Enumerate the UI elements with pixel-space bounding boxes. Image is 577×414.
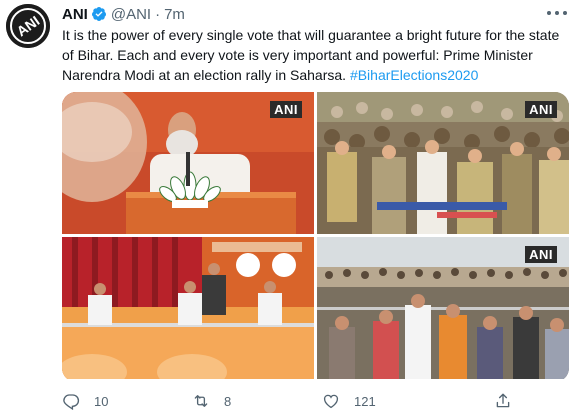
retweet-icon [194, 395, 208, 407]
more-options-icon[interactable] [547, 6, 567, 20]
stage-photo [62, 237, 314, 379]
author-name[interactable]: ANI [62, 6, 88, 23]
retweet-count: 8 [224, 393, 232, 409]
verified-badge-icon [91, 7, 106, 21]
reply-icon [63, 394, 80, 410]
reply-count: 10 [94, 393, 109, 409]
ani-watermark: ANI [525, 246, 557, 263]
hashtag-link[interactable]: #BiharElections2020 [350, 67, 478, 83]
like-button[interactable]: 121 [322, 392, 494, 410]
avatar[interactable]: ANI [6, 4, 50, 48]
timestamp[interactable]: 7m [164, 6, 185, 23]
ani-logo-icon: ANI [6, 4, 50, 48]
tweet-text: It is the power of every single vote tha… [62, 25, 567, 85]
media-photo-3[interactable] [62, 237, 314, 379]
media-photo-2[interactable]: ANI [317, 92, 569, 234]
ani-watermark: ANI [525, 101, 557, 118]
tweet[interactable]: ANI ANI @ANI · 7m It is the power of eve… [0, 0, 577, 414]
media-photo-1[interactable]: ANI [62, 92, 314, 234]
retweet-button[interactable]: 8 [192, 392, 322, 410]
media-grid: ANI ANI ANI [62, 92, 569, 382]
tweet-body: It is the power of every single vote tha… [62, 27, 560, 83]
share-button[interactable] [494, 392, 524, 410]
reply-button[interactable]: 10 [62, 392, 192, 410]
like-count: 121 [354, 393, 376, 409]
separator-dot: · [155, 5, 161, 23]
media-photo-4[interactable]: ANI [317, 237, 569, 379]
ani-watermark: ANI [270, 101, 302, 118]
like-icon [323, 394, 339, 409]
tweet-header: ANI @ANI · 7m [62, 5, 185, 23]
share-icon [496, 393, 510, 408]
author-handle[interactable]: @ANI [111, 6, 151, 23]
action-bar: 10 8 121 [62, 392, 532, 410]
